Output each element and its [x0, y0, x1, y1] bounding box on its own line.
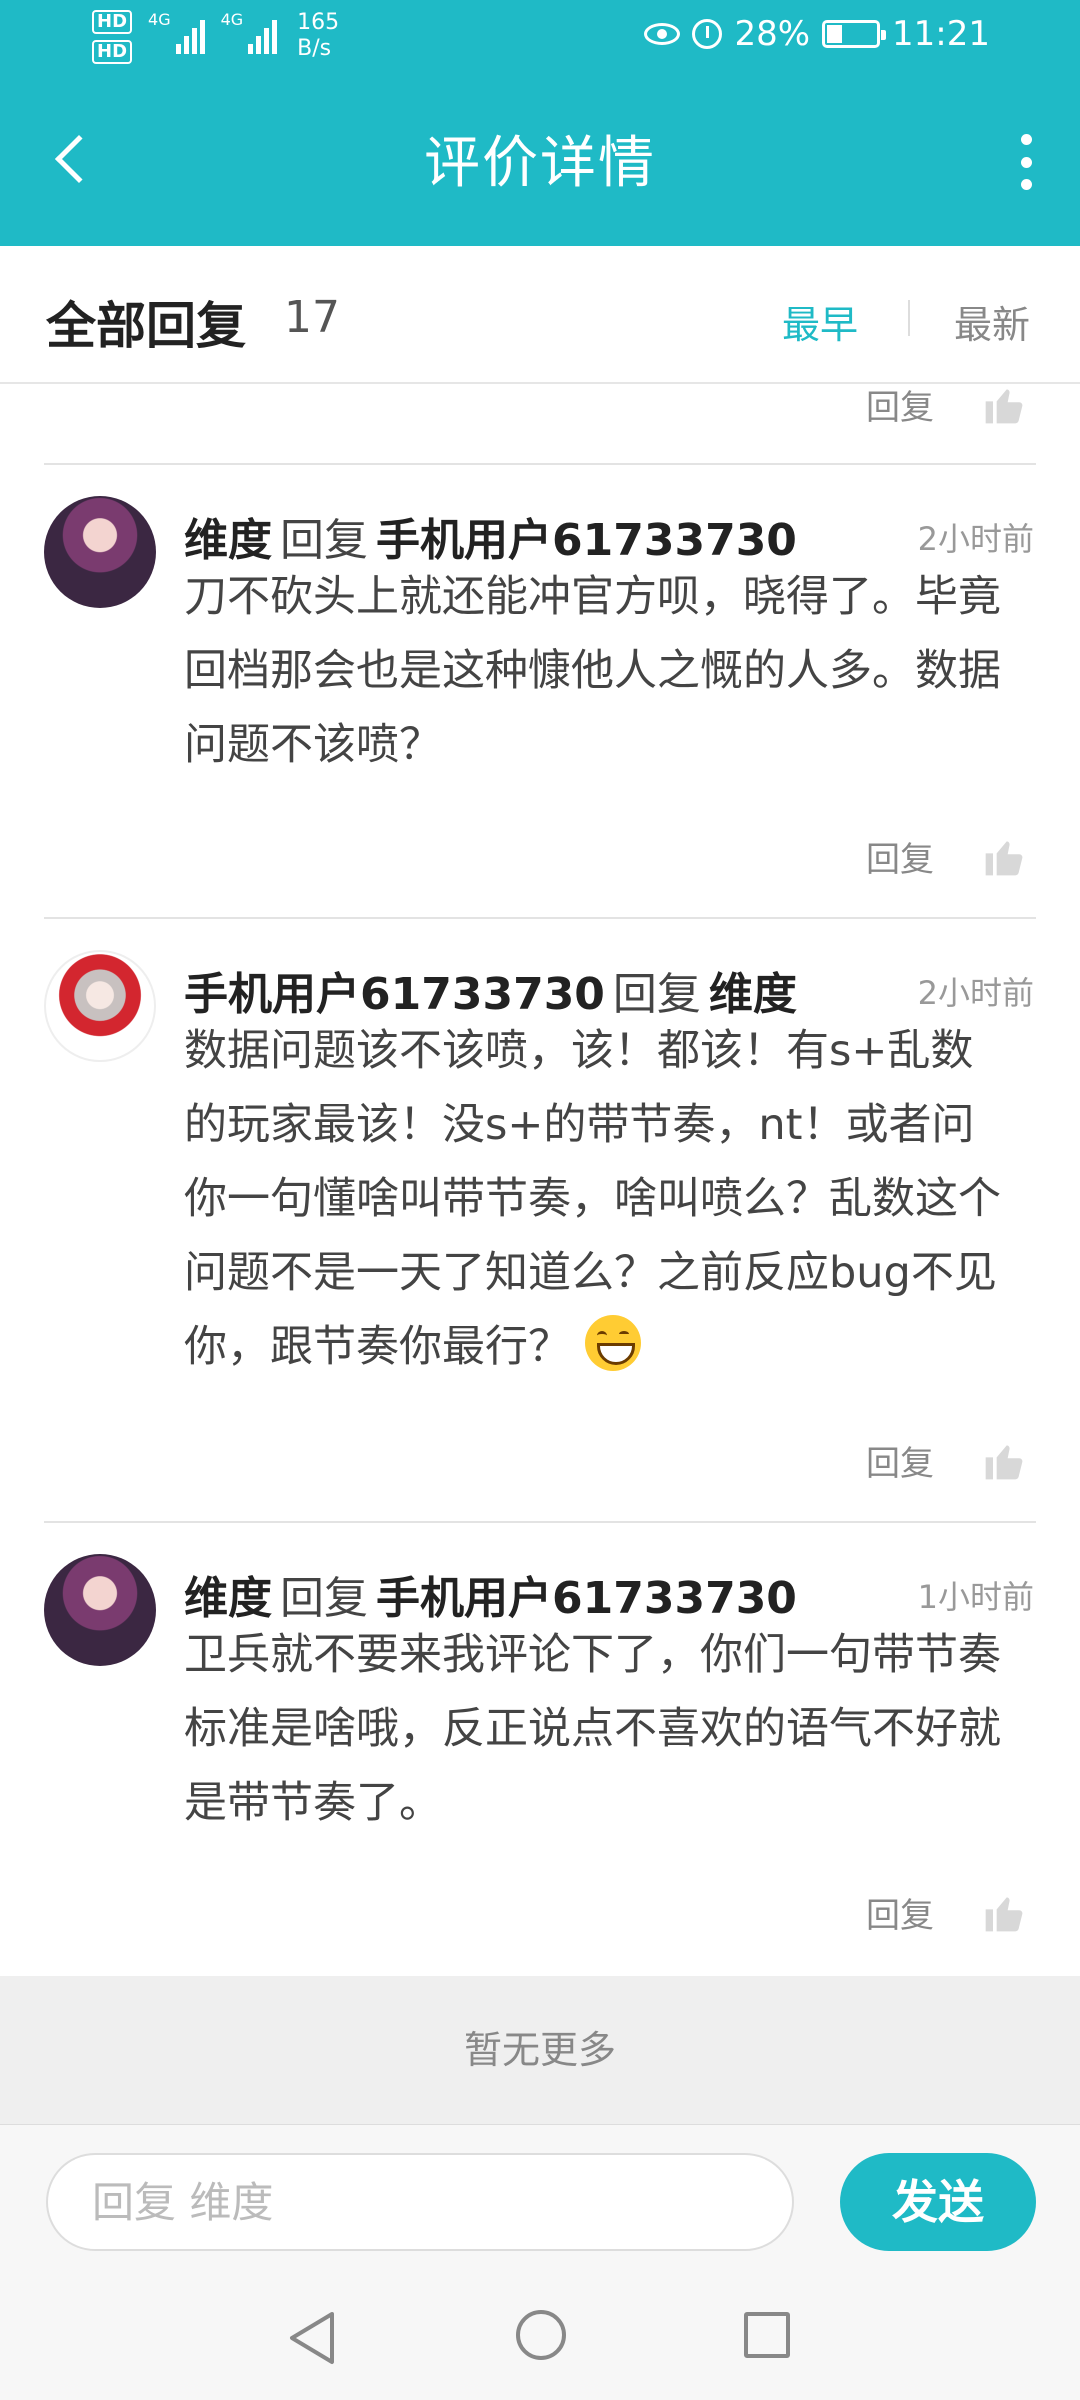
- signal-icon-2: 4G: [221, 10, 278, 54]
- comment-text: 数据问题该不该喷，该！都该！有s+乱数的玩家最该！没s+的带节奏，nt！或者问你…: [184, 1026, 1001, 1372]
- thumbs-up-icon[interactable]: [982, 1891, 1026, 1935]
- divider: [44, 463, 1036, 465]
- hd-indicators: HD HD: [92, 10, 133, 64]
- reply-button[interactable]: 回复: [866, 832, 934, 881]
- comment-author[interactable]: 维度: [184, 515, 272, 566]
- thumbs-up-icon[interactable]: [982, 1439, 1026, 1483]
- system-nav-bar: [0, 2274, 1080, 2400]
- comment-time: 1小时前: [917, 1578, 1034, 1616]
- network-speed: 165 B/s: [297, 10, 340, 61]
- nav-home-circle-icon[interactable]: [516, 2310, 566, 2360]
- comment-meta: 手机用户61733730 回复 维度: [184, 969, 797, 1020]
- send-button[interactable]: 发送: [840, 2153, 1036, 2251]
- comment-reply-target[interactable]: 维度: [709, 969, 797, 1020]
- divider: [44, 917, 1036, 919]
- battery-percent: 28%: [734, 14, 811, 54]
- comment-time: 2小时前: [917, 974, 1034, 1012]
- comment-meta: 维度 回复 手机用户61733730: [184, 1573, 797, 1624]
- comment-time: 2小时前: [917, 520, 1034, 558]
- thumbs-up-icon[interactable]: [982, 383, 1026, 427]
- more-vertical-icon: [1020, 134, 1032, 145]
- battery-icon: [822, 20, 887, 48]
- thumbs-up-icon[interactable]: [982, 835, 1026, 879]
- reply-button[interactable]: 回复: [866, 1888, 934, 1937]
- clock-time: 11:21: [892, 14, 990, 54]
- comment-actions: 回复: [866, 1436, 1026, 1485]
- status-left: HD HD 4G 4G 165 B/s: [92, 10, 339, 64]
- comment-reply-target[interactable]: 手机用户61733730: [376, 1573, 797, 1624]
- comment-text: 卫兵就不要来我评论下了，你们一句带节奏标准是啥哦，反正说点不喜欢的语气不好就是带…: [184, 1630, 1001, 1828]
- comment-item: 手机用户61733730 回复 维度 2小时前 数据问题该不该喷，该！都该！有s+乱…: [0, 950, 1080, 1510]
- title-bar: 评价详情: [0, 78, 1080, 246]
- comment-actions: 回复: [866, 832, 1026, 881]
- app-header: HD HD 4G 4G 165 B/s 28% 11:21 评价详情: [0, 0, 1080, 246]
- avatar[interactable]: [44, 1554, 156, 1666]
- reply-input[interactable]: [46, 2153, 794, 2251]
- alarm-icon: [692, 19, 723, 49]
- comment-actions: 回复: [866, 1888, 1026, 1937]
- signal-icon-1: 4G: [148, 10, 205, 54]
- all-replies-label: 全部回复: [46, 297, 246, 355]
- status-bar: HD HD 4G 4G 165 B/s 28% 11:21: [0, 0, 1080, 78]
- grinning-emoji-icon: [584, 1315, 641, 1371]
- sort-earliest-tab[interactable]: 最早: [782, 294, 858, 349]
- reply-filter-bar: 全部回复 17 最早 最新: [0, 246, 1080, 384]
- avatar[interactable]: [44, 950, 156, 1062]
- eye-comfort-icon: [644, 23, 681, 45]
- nav-back-triangle-icon[interactable]: [286, 2310, 338, 2366]
- comment-actions-prev: 回复: [866, 380, 1026, 429]
- reply-button[interactable]: 回复: [866, 1436, 934, 1485]
- divider: [44, 1521, 1036, 1523]
- reply-count: 17: [284, 292, 340, 343]
- sort-divider: [908, 300, 910, 336]
- comment-meta: 维度 回复 手机用户61733730: [184, 515, 797, 566]
- comment-author[interactable]: 维度: [184, 1573, 272, 1624]
- page-title: 评价详情: [424, 131, 656, 196]
- reply-button[interactable]: 回复: [866, 380, 934, 429]
- comment-author[interactable]: 手机用户61733730: [184, 969, 605, 1020]
- avatar[interactable]: [44, 496, 156, 608]
- more-menu-button[interactable]: [1016, 134, 1036, 190]
- status-right: 28% 11:21: [644, 14, 990, 54]
- hd-badge-1: HD: [92, 10, 133, 34]
- nav-recents-square-icon[interactable]: [744, 2312, 790, 2358]
- no-more-indicator: 暂无更多: [0, 1976, 1080, 2124]
- reply-input-bar: 发送: [0, 2124, 1080, 2274]
- comment-text: 刀不砍头上就还能冲官方呗，晓得了。毕竟回档那会也是这种慷他人之慨的人多。数据问题…: [184, 572, 1001, 770]
- sort-latest-tab[interactable]: 最新: [954, 294, 1030, 349]
- hd-badge-2: HD: [92, 40, 133, 64]
- comment-reply-target[interactable]: 手机用户61733730: [376, 515, 797, 566]
